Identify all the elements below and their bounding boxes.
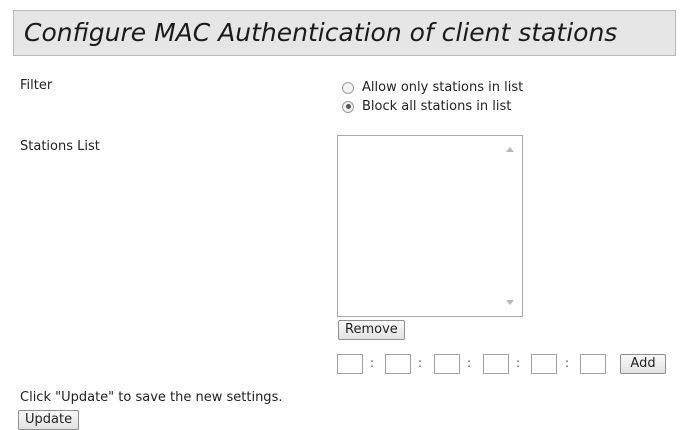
mac-octet-5-input[interactable] bbox=[531, 354, 557, 374]
mac-octet-2-input[interactable] bbox=[385, 354, 411, 374]
stations-list-label: Stations List bbox=[20, 139, 100, 154]
mac-separator: : bbox=[516, 356, 521, 370]
radio-block-all-label: Block all stations in list bbox=[362, 99, 512, 114]
radio-allow-only-label: Allow only stations in list bbox=[362, 80, 524, 95]
mac-octet-1-input[interactable] bbox=[337, 354, 363, 374]
mac-separator: : bbox=[418, 356, 423, 370]
mac-separator: : bbox=[565, 356, 570, 370]
update-hint: Click "Update" to save the new settings. bbox=[20, 390, 283, 405]
add-button[interactable]: Add bbox=[620, 354, 666, 374]
radio-allow-only-button[interactable] bbox=[342, 81, 354, 94]
mac-separator: : bbox=[467, 356, 472, 370]
remove-button[interactable]: Remove bbox=[338, 320, 405, 340]
scroll-down-arrow-icon[interactable] bbox=[506, 300, 514, 305]
stations-listbox[interactable] bbox=[337, 135, 523, 317]
radio-allow-only[interactable]: Allow only stations in list bbox=[342, 80, 523, 95]
mac-separator: : bbox=[370, 356, 375, 370]
mac-octet-3-input[interactable] bbox=[434, 354, 460, 374]
scroll-up-arrow-icon[interactable] bbox=[506, 147, 514, 152]
page-header: Configure MAC Authentication of client s… bbox=[13, 10, 676, 56]
page-title: Configure MAC Authentication of client s… bbox=[24, 18, 618, 47]
radio-block-all[interactable]: Block all stations in list bbox=[342, 99, 511, 114]
filter-label: Filter bbox=[20, 78, 53, 93]
update-button[interactable]: Update bbox=[18, 410, 80, 430]
mac-octet-4-input[interactable] bbox=[483, 354, 509, 374]
radio-block-all-button[interactable] bbox=[342, 100, 354, 113]
mac-octet-6-input[interactable] bbox=[580, 354, 606, 374]
